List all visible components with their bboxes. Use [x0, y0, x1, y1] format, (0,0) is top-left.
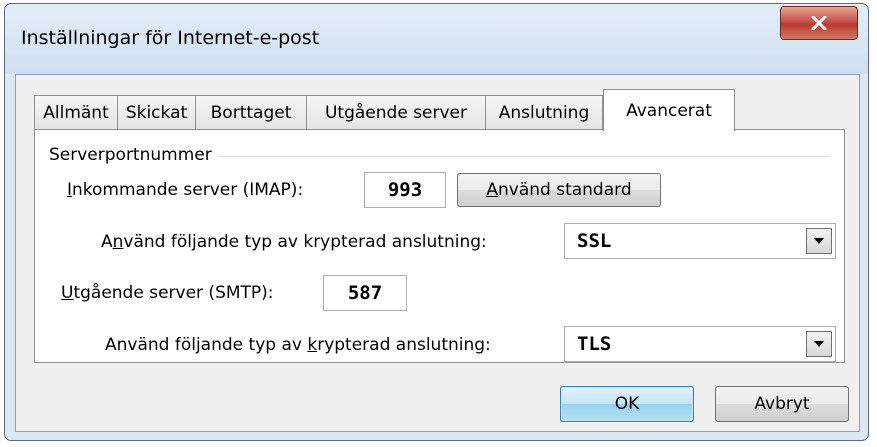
tab-label: Anslutning: [498, 102, 590, 123]
tab-label: Utgående server: [324, 102, 468, 123]
label-text: rypterad anslutning:: [317, 335, 491, 355]
selected-value: TLS: [577, 333, 612, 355]
button-label: nvänd standard: [498, 180, 632, 200]
chevron-down-icon: [814, 238, 824, 244]
dialog-client-area: Allmänt Skickat Borttaget Utgående serve…: [15, 74, 860, 432]
tab-utgaende-server[interactable]: Utgående server: [306, 95, 486, 129]
tab-borttaget[interactable]: Borttaget: [195, 95, 307, 129]
title-bar: Inställningar för Internet-e-post: [5, 4, 868, 74]
tab-label: Skickat: [125, 102, 188, 123]
accel-key: U: [61, 283, 74, 303]
tab-avancerat[interactable]: Avancerat: [603, 89, 735, 131]
outgoing-encryption-label: Använd följande typ av krypterad anslutn…: [105, 335, 491, 355]
close-button[interactable]: [780, 6, 858, 40]
window-title: Inställningar för Internet-e-post: [21, 27, 320, 49]
outgoing-server-label: Utgående server (SMTP):: [61, 283, 274, 303]
ok-button[interactable]: OK: [560, 386, 694, 422]
incoming-encryption-label: Använd följande typ av krypterad anslutn…: [101, 232, 487, 252]
selected-value: SSL: [577, 230, 612, 252]
tab-skickat[interactable]: Skickat: [117, 95, 196, 129]
accel-key: n: [112, 232, 124, 252]
server-ports-group-label: Serverportnummer: [49, 145, 218, 165]
chevron-down-icon: [814, 341, 824, 347]
accel-key: k: [307, 335, 318, 355]
accel-key: A: [486, 180, 498, 200]
tab-label: Allmänt: [43, 102, 109, 123]
incoming-encryption-select[interactable]: SSL: [564, 223, 836, 259]
close-icon: [811, 16, 827, 30]
tab-panel-avancerat: Serverportnummer Inkommande server (IMAP…: [34, 129, 845, 363]
cancel-button[interactable]: Avbryt: [715, 386, 849, 422]
label-text: Använd följande typ av: [105, 335, 308, 355]
dialog-window: Inställningar för Internet-e-post Allmän…: [4, 3, 869, 441]
label-text: tgående server (SMTP):: [73, 283, 274, 303]
tab-allmant[interactable]: Allmänt: [34, 95, 118, 129]
dropdown-arrow[interactable]: [806, 228, 832, 254]
dropdown-arrow[interactable]: [806, 331, 832, 357]
use-default-button[interactable]: Använd standard: [457, 173, 661, 207]
label-text: nkommande server (IMAP):: [72, 180, 304, 200]
tab-label: Borttaget: [210, 102, 292, 123]
label-text: A: [101, 232, 113, 252]
tab-anslutning[interactable]: Anslutning: [485, 95, 603, 129]
outgoing-encryption-select[interactable]: TLS: [564, 326, 836, 362]
incoming-server-label: Inkommande server (IMAP):: [67, 180, 303, 200]
outgoing-port-input[interactable]: 587: [323, 275, 407, 311]
tab-label: Avancerat: [626, 100, 712, 121]
incoming-port-input[interactable]: 993: [364, 172, 446, 208]
label-text: vänd följande typ av krypterad anslutnin…: [123, 232, 487, 252]
